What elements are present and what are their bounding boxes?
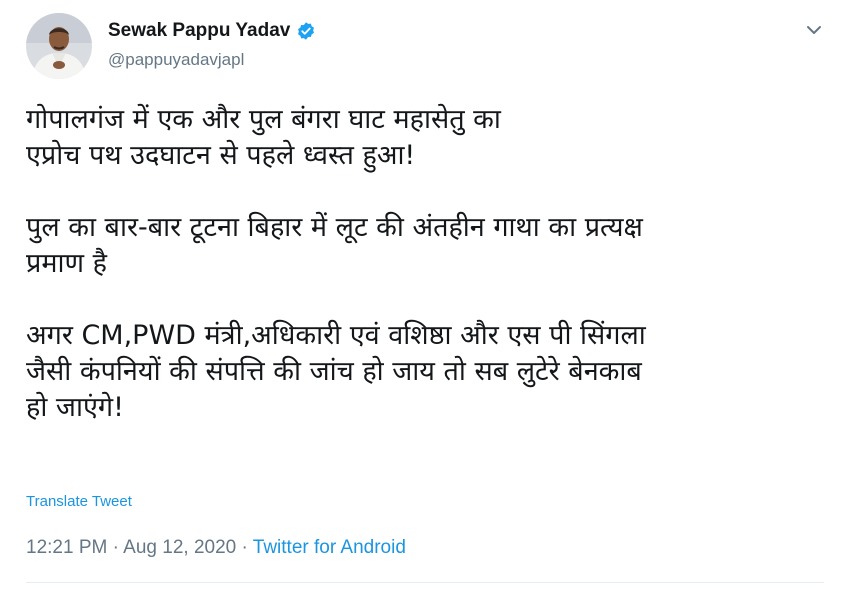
tweet-text: गोपालगंज में एक और पुल बंगरा घाट महासेतु…: [26, 102, 816, 462]
avatar[interactable]: [26, 13, 92, 79]
tweet-date[interactable]: Aug 12, 2020: [123, 537, 236, 558]
meta-separator: ·: [107, 537, 124, 558]
tweet-card: Sewak Pappu Yadav @pappuyadavjapl गोपालग…: [0, 0, 850, 593]
tweet-line: प्रमाण है: [26, 248, 107, 279]
chevron-down-icon[interactable]: [804, 20, 824, 40]
tweet-time[interactable]: 12:21 PM: [26, 537, 107, 558]
tweet-line: हो जाएंगे!: [26, 392, 124, 423]
translate-tweet-link[interactable]: Translate Tweet: [26, 493, 132, 510]
divider: [26, 582, 824, 583]
tweet-line: जैसी कंपनियों की संपत्ति की जांच हो जाय …: [26, 356, 642, 387]
tweet-line: अगर CM,PWD मंत्री,अधिकारी एवं वशिष्ठा और…: [26, 320, 646, 351]
tweet-paragraph: अगर CM,PWD मंत्री,अधिकारी एवं वशिष्ठा और…: [26, 318, 816, 426]
tweet-metadata: 12:21 PM · Aug 12, 2020 · Twitter for An…: [26, 537, 406, 559]
display-name[interactable]: Sewak Pappu Yadav: [108, 20, 290, 42]
verified-badge-icon: [296, 21, 316, 41]
tweet-source-link[interactable]: Twitter for Android: [253, 537, 406, 558]
tweet-paragraph: पुल का बार-बार टूटना बिहार में लूट की अं…: [26, 210, 816, 282]
tweet-line: गोपालगंज में एक और पुल बंगरा घाट महासेतु…: [26, 104, 501, 135]
avatar-image: [26, 13, 92, 79]
user-handle[interactable]: @pappuyadavjapl: [108, 50, 244, 70]
tweet-line: एप्रोच पथ उदघाटन से पहले ध्वस्त हुआ!: [26, 140, 416, 171]
author-name-row[interactable]: Sewak Pappu Yadav: [108, 20, 316, 42]
meta-separator: ·: [236, 537, 253, 558]
tweet-paragraph: गोपालगंज में एक और पुल बंगरा घाट महासेतु…: [26, 102, 816, 174]
tweet-line: पुल का बार-बार टूटना बिहार में लूट की अं…: [26, 212, 643, 243]
